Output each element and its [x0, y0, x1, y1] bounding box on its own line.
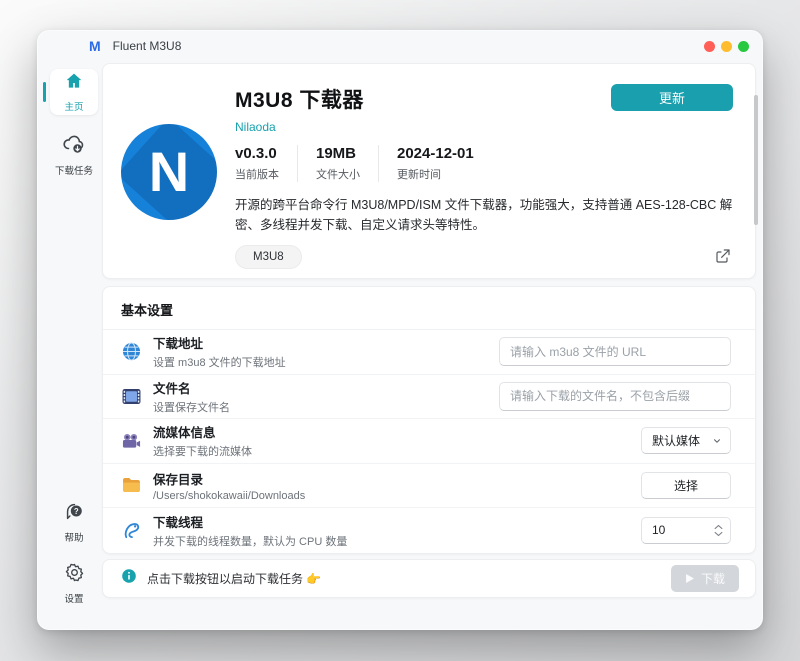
close-button[interactable]: [704, 41, 715, 52]
choose-directory-button[interactable]: 选择: [641, 472, 731, 499]
app-logo-icon: M: [89, 38, 100, 54]
setting-title: 流媒体信息: [153, 422, 641, 441]
sidebar-item-download-tasks[interactable]: 下载任务: [55, 133, 93, 177]
stat-label: 更新时间: [397, 166, 474, 182]
stepper-arrows[interactable]: [714, 524, 730, 537]
setting-subtitle: 选择要下载的流媒体: [153, 443, 641, 459]
window-body: 主页 下载任务: [38, 61, 762, 630]
sidebar-item-help[interactable]: ? 帮助: [63, 500, 85, 544]
app-window: M Fluent M3U8 主页: [37, 30, 763, 630]
update-button[interactable]: 更新: [611, 84, 733, 111]
setting-row-download-url: 下载地址 设置 m3u8 文件的下载地址: [103, 330, 755, 375]
minimize-button[interactable]: [721, 41, 732, 52]
active-indicator: [43, 82, 46, 102]
chevron-down-icon: [712, 436, 722, 446]
footer-bar: 点击下载按钮以启动下载任务 👉 下载: [102, 559, 756, 598]
stat-filesize: 19MB 文件大小: [297, 145, 378, 182]
hero-details: M3U8 下载器 更新 Nilaoda v0.3.0 当前版本 19MB 文件: [235, 84, 733, 264]
setting-title: 下载地址: [153, 333, 499, 352]
stat-label: 当前版本: [235, 166, 279, 182]
svg-text:?: ?: [74, 507, 79, 516]
scrollbar-thumb[interactable]: [754, 95, 758, 225]
download-button-label: 下载: [701, 570, 725, 587]
stat-value: v0.3.0: [235, 145, 279, 162]
setting-title: 下载线程: [153, 512, 641, 531]
main-content: N M3U8 下载器 更新 Nilaoda v0.3.0 当前版本: [102, 61, 756, 630]
stat-value: 2024-12-01: [397, 145, 474, 162]
cloud-download-icon: [62, 133, 86, 160]
setting-row-stream-info: 流媒体信息 选择要下载的流媒体 默认媒体: [103, 419, 755, 464]
settings-section-title: 基本设置: [103, 287, 755, 330]
sidebar-item-label: 设置: [64, 591, 83, 605]
download-hint: 点击下载按钮以启动下载任务 👉: [147, 570, 671, 587]
stat-label: 文件大小: [316, 166, 360, 182]
chevron-down-icon: [714, 531, 723, 537]
setting-subtitle: 设置保存文件名: [153, 399, 499, 415]
titlebar: M Fluent M3U8: [38, 31, 762, 61]
setting-title: 保存目录: [153, 469, 641, 488]
media-select-value: 默认媒体: [652, 432, 700, 449]
gear-icon: [64, 562, 85, 588]
setting-row-save-directory: 保存目录 /Users/shokokawaii/Downloads 选择: [103, 464, 755, 509]
chevron-up-icon: [714, 524, 723, 530]
film-icon: [121, 388, 141, 405]
sidebar: 主页 下载任务: [46, 61, 102, 630]
window-controls: [704, 41, 749, 52]
globe-icon: [121, 342, 141, 361]
logo-letter: N: [149, 144, 189, 200]
thread-count-input[interactable]: [642, 523, 714, 537]
setting-row-filename: 文件名 设置保存文件名: [103, 375, 755, 420]
desktop-background: M Fluent M3U8 主页: [0, 0, 800, 661]
app-description: 开源的跨平台命令行 M3U8/MPD/ISM 文件下载器，功能强大，支持普通 A…: [235, 195, 733, 235]
sidebar-item-label: 下载任务: [55, 163, 93, 177]
thread-count-stepper: [641, 517, 731, 544]
stat-updated: 2024-12-01 更新时间: [378, 145, 492, 182]
basic-settings-card: 基本设置 下载地址 设置 m3u8 文件的下载地址: [102, 286, 756, 554]
play-icon: [685, 573, 695, 584]
save-path: /Users/shokokawaii/Downloads: [153, 490, 641, 502]
setting-subtitle: 并发下载的线程数量，默认为 CPU 数量: [153, 533, 641, 549]
app-title: Fluent M3U8: [113, 39, 182, 53]
download-url-input[interactable]: [499, 337, 731, 366]
page-title: M3U8 下载器: [235, 84, 364, 114]
movie-camera-icon: [121, 433, 141, 449]
setting-title: 文件名: [153, 378, 499, 397]
help-bubble-icon: ?: [63, 500, 85, 527]
app-logo-large: N: [121, 124, 217, 220]
share-icon: [715, 248, 731, 264]
stat-value: 19MB: [316, 145, 360, 162]
sidebar-item-label: 帮助: [64, 530, 83, 544]
zoom-button[interactable]: [738, 41, 749, 52]
tag-chip[interactable]: M3U8: [235, 245, 302, 269]
setting-row-threads: 下载线程 并发下载的线程数量，默认为 CPU 数量: [103, 508, 755, 553]
filename-input[interactable]: [499, 382, 731, 411]
setting-subtitle: 设置 m3u8 文件的下载地址: [153, 354, 499, 370]
sidebar-item-label: 主页: [64, 99, 83, 113]
stats-row: v0.3.0 当前版本 19MB 文件大小 2024-12-01 更新时间: [235, 145, 733, 182]
share-button[interactable]: [713, 246, 733, 269]
sidebar-item-home[interactable]: 主页: [50, 69, 98, 115]
author-name: Nilaoda: [235, 120, 733, 134]
app-hero-card: N M3U8 下载器 更新 Nilaoda v0.3.0 当前版本: [102, 63, 756, 279]
download-button[interactable]: 下载: [671, 565, 739, 592]
thread-icon: [121, 521, 141, 540]
sidebar-item-settings[interactable]: 设置: [64, 562, 85, 605]
stat-version: v0.3.0 当前版本: [235, 145, 297, 182]
info-icon: [121, 568, 137, 589]
home-icon: [64, 71, 84, 96]
media-select[interactable]: 默认媒体: [641, 427, 731, 454]
folder-icon: [121, 477, 141, 493]
